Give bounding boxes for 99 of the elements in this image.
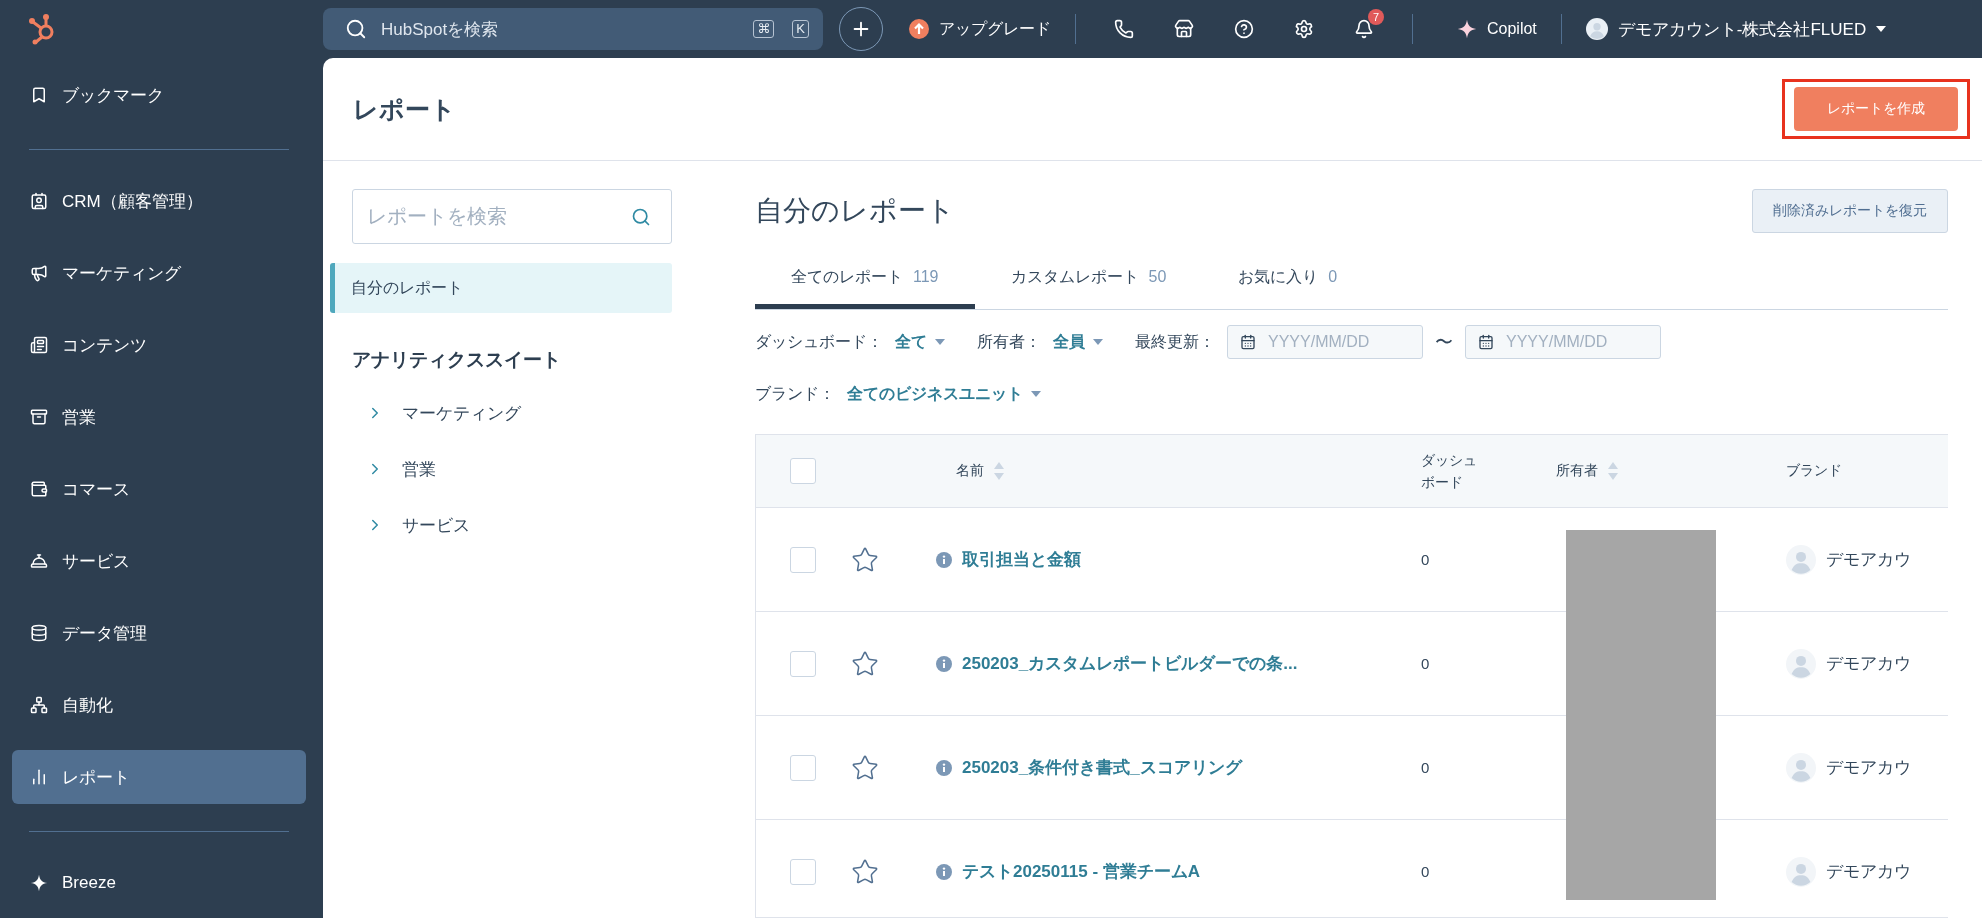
avatar-icon	[1786, 544, 1816, 575]
column-header[interactable]: ブランド	[1786, 462, 1842, 480]
caret-icon	[1031, 391, 1041, 397]
upgrade-button[interactable]: アップグレード	[903, 18, 1057, 40]
info-icon	[936, 863, 952, 880]
bookmark-icon	[30, 86, 48, 104]
shortcut-key: K	[792, 20, 809, 38]
section-heading: 自分のレポート	[755, 194, 955, 228]
sidebar-item[interactable]: コンテンツ	[12, 318, 306, 372]
tab[interactable]: お気に入り 0	[1202, 245, 1374, 309]
phone-icon	[1114, 19, 1134, 39]
sidebar-item[interactable]: 営業	[12, 390, 306, 444]
star-icon[interactable]	[851, 753, 879, 782]
newspaper-icon	[30, 336, 48, 354]
report-link[interactable]: テスト20250115 - 営業チームA	[962, 860, 1201, 883]
column-header[interactable]: ダッシュボード	[1421, 448, 1480, 494]
star-icon[interactable]	[851, 857, 879, 886]
page-title: レポート	[353, 93, 456, 125]
sidebar-item[interactable]: レポート	[12, 750, 306, 804]
filter-label: 所有者：	[977, 331, 1041, 352]
dashboard-count: 0	[1421, 655, 1430, 672]
sort-icon	[1608, 462, 1618, 480]
tree-item[interactable]: 営業	[366, 441, 672, 497]
star-icon[interactable]	[851, 649, 879, 678]
contact-card-icon	[30, 192, 48, 210]
range-separator: 〜	[1435, 331, 1453, 354]
sidebar-item[interactable]: CRM（顧客管理）	[12, 174, 306, 228]
sidebar-item[interactable]: サービス	[12, 534, 306, 588]
sidebar-item[interactable]: 自動化	[12, 678, 306, 732]
brand-name: デモアカウ	[1826, 549, 1911, 571]
tree-item[interactable]: マーケティング	[366, 385, 672, 441]
caret-icon	[1876, 26, 1887, 32]
sidebar-item[interactable]: データ管理	[12, 606, 306, 660]
calendar-icon	[1478, 334, 1494, 350]
shortcut-key: ⌘	[753, 20, 775, 38]
calendar-icon	[1240, 334, 1256, 350]
tab[interactable]: カスタムレポート 50	[974, 245, 1203, 309]
tree-item[interactable]: サービス	[366, 497, 672, 553]
caret-icon	[1093, 339, 1103, 345]
network-icon	[30, 696, 48, 714]
section-title: アナリティクススイート	[352, 348, 562, 372]
tab[interactable]: 全てのレポート 119	[755, 245, 975, 309]
checkbox[interactable]	[790, 858, 816, 885]
checkbox[interactable]	[790, 458, 816, 484]
brand-name: デモアカウ	[1826, 653, 1911, 675]
search-icon	[345, 18, 367, 40]
settings-icon	[1294, 19, 1314, 39]
dashboard-count: 0	[1421, 863, 1430, 880]
copilot-button[interactable]: Copilot	[1451, 19, 1543, 39]
info-icon	[936, 759, 952, 776]
notifications-button[interactable]: 7	[1346, 11, 1382, 47]
filter-dropdown[interactable]: 全員	[1053, 331, 1103, 353]
filter-label: 最終更新：	[1135, 331, 1215, 352]
column-header[interactable]: 所有者	[1556, 462, 1598, 480]
star-icon[interactable]	[851, 545, 879, 574]
sidebar-item[interactable]: Breeze	[12, 856, 306, 910]
dashboard-count: 0	[1421, 759, 1430, 776]
filter-label: ブランド：	[755, 383, 835, 404]
filter-dropdown[interactable]: 全てのビジネスユニット	[847, 383, 1041, 405]
bell-icon	[30, 552, 48, 570]
filter-label: ダッシュボード：	[755, 331, 883, 352]
checkbox[interactable]	[790, 650, 816, 677]
search-field[interactable]: HubSpotを検索 ⌘ K	[323, 8, 823, 50]
bar-chart-icon	[30, 768, 48, 786]
help-icon	[1234, 19, 1254, 39]
wallet-icon	[30, 480, 48, 498]
sparkle-icon	[1457, 19, 1477, 39]
filter-dropdown[interactable]: 全て	[895, 331, 945, 353]
sidebar-item[interactable]: マーケティング	[12, 246, 306, 300]
store-icon	[1174, 19, 1194, 39]
info-icon	[936, 551, 952, 568]
avatar-icon	[1786, 856, 1816, 887]
restore-button[interactable]: 削除済みレポートを復元	[1752, 189, 1948, 233]
avatar-icon	[1585, 18, 1608, 40]
database-icon	[30, 624, 48, 642]
report-link[interactable]: 250203_カスタムレポートビルダーでの条...	[962, 652, 1298, 675]
sidebar-item[interactable]: ブックマーク	[12, 68, 306, 122]
sidebar-item[interactable]: コマース	[12, 462, 306, 516]
column-header[interactable]: 名前	[956, 462, 984, 480]
checkbox[interactable]	[790, 754, 816, 781]
checkbox[interactable]	[790, 546, 816, 573]
report-link[interactable]: 取引担当と金額	[962, 548, 1081, 571]
nav-item[interactable]: 自分のレポート	[330, 263, 672, 313]
notification-badge: 7	[1368, 9, 1384, 25]
dashboard-count: 0	[1421, 551, 1430, 568]
avatar-icon	[1786, 648, 1816, 679]
info-icon	[936, 655, 952, 672]
brand-name: デモアカウ	[1826, 757, 1911, 779]
caret-icon	[935, 339, 945, 345]
bell-icon	[1354, 19, 1374, 39]
account-menu[interactable]: デモアカウント-株式会社FLUED	[1579, 17, 1893, 41]
search-icon	[631, 206, 651, 227]
sparkle-icon	[30, 874, 48, 892]
avatar-icon	[1786, 752, 1816, 783]
sort-icon	[994, 462, 1004, 480]
report-link[interactable]: 250203_条件付き書式_スコアリング	[962, 756, 1242, 779]
brand-name: デモアカウ	[1826, 861, 1911, 883]
arrow-up-icon	[909, 19, 929, 39]
megaphone-icon	[30, 264, 48, 282]
